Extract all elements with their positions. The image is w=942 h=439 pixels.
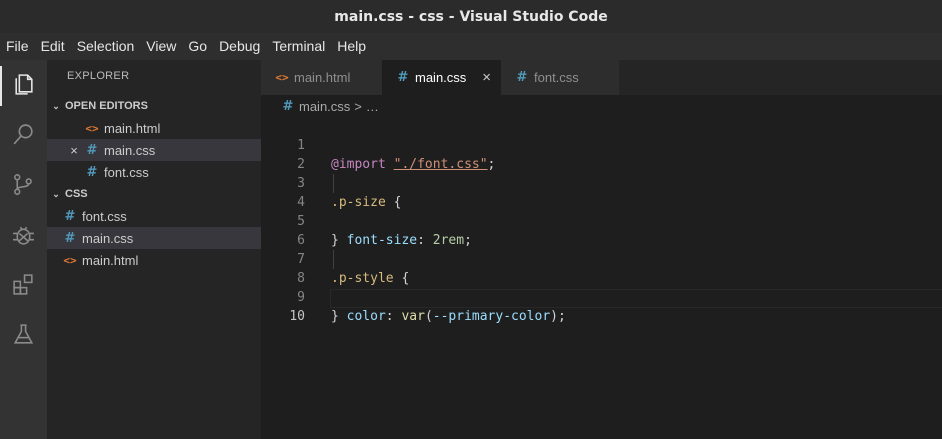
html-file-icon: <>	[63, 253, 77, 267]
breadcrumb: # main.css > …	[261, 95, 942, 117]
folder-file-item[interactable]: # font.css	[47, 205, 261, 227]
code-line: 7 .p-style {	[261, 231, 942, 286]
activity-bar	[0, 60, 47, 439]
paren-open: (	[424, 309, 433, 324]
semicolon: ;	[558, 309, 566, 324]
html-file-icon: <>	[85, 121, 99, 135]
code-line-current: 10	[261, 288, 942, 324]
active-indicator	[0, 66, 2, 106]
folder-header[interactable]: ⌄ CSS	[47, 183, 261, 205]
title-bar: main.css - css - Visual Studio Code	[0, 0, 942, 33]
function-name: var	[401, 309, 425, 324]
css-file-icon: #	[282, 98, 294, 114]
menu-selection[interactable]: Selection	[71, 33, 141, 60]
tab-font-css[interactable]: # font.css	[501, 60, 619, 95]
chevron-down-icon: ⌄	[52, 100, 60, 111]
menu-debug[interactable]: Debug	[213, 33, 266, 60]
current-line-highlight	[330, 289, 942, 308]
css-file-icon: #	[64, 208, 76, 224]
files-icon[interactable]	[11, 72, 36, 97]
code-line: 3 .p-size {	[261, 155, 942, 210]
brace: }	[331, 309, 339, 324]
css-file-icon: #	[86, 142, 98, 158]
open-editor-item[interactable]: × # main.css	[47, 139, 261, 161]
file-name: main.html	[104, 120, 161, 136]
tab-bar: <> main.html # main.css × # font.css	[261, 60, 942, 95]
test-flask-icon[interactable]	[11, 322, 36, 347]
menu-edit[interactable]: Edit	[35, 33, 71, 60]
menu-terminal[interactable]: Terminal	[266, 33, 331, 60]
css-file-icon: #	[516, 70, 528, 85]
css-variable: --primary-color	[432, 309, 551, 324]
file-name: main.html	[82, 252, 139, 268]
paren-close: )	[550, 309, 558, 324]
open-editor-item[interactable]: <> main.html	[47, 117, 261, 139]
css-file-icon: #	[397, 70, 409, 85]
menu-help[interactable]: Help	[331, 33, 372, 60]
tab-main-html[interactable]: <> main.html	[261, 60, 382, 95]
property: color	[346, 309, 386, 324]
breadcrumb-file[interactable]: main.css	[299, 99, 350, 114]
folder-label: CSS	[65, 188, 88, 200]
debug-icon[interactable]	[11, 222, 36, 247]
tab-label: main.html	[294, 70, 351, 85]
colon: :	[385, 309, 394, 324]
line-number: 10	[289, 309, 305, 324]
menu-bar: File Edit Selection View Go Debug Termin…	[0, 33, 942, 60]
file-name: main.css	[104, 142, 156, 158]
menu-view[interactable]: View	[140, 33, 182, 60]
indent-guide	[333, 174, 334, 193]
breadcrumb-separator: >	[354, 98, 362, 114]
code-line: 2	[261, 136, 942, 172]
breadcrumb-rest[interactable]: …	[366, 99, 379, 114]
code-line: 4 font-size: 2rem;	[261, 174, 942, 248]
css-file-icon: #	[86, 164, 98, 180]
tab-label: main.css	[415, 70, 467, 85]
search-icon[interactable]	[11, 122, 36, 147]
menu-file[interactable]: File	[0, 33, 35, 60]
code-line: 6	[261, 212, 942, 248]
indent-guide	[333, 250, 334, 269]
tab-main-css[interactable]: # main.css ×	[382, 60, 501, 95]
code-line: 8 color: var(--primary-color);	[261, 250, 942, 324]
explorer-title: EXPLORER	[67, 70, 130, 82]
extensions-icon[interactable]	[11, 272, 36, 297]
explorer-sidebar: EXPLORER ⌄ OPEN EDITORS <> main.html × #…	[47, 60, 261, 439]
folder-file-item[interactable]: <> main.html	[47, 249, 261, 271]
code-line: 9 }	[261, 269, 942, 324]
html-file-icon: <>	[275, 71, 289, 84]
code-line: 1 @import "./font.css";	[261, 117, 942, 172]
menu-go[interactable]: Go	[182, 33, 213, 60]
close-icon[interactable]: ×	[482, 69, 491, 86]
source-control-icon[interactable]	[11, 172, 36, 197]
file-name: font.css	[104, 164, 149, 180]
open-editor-item[interactable]: # font.css	[47, 161, 261, 183]
window-title: main.css - css - Visual Studio Code	[334, 8, 608, 25]
open-editors-label: OPEN EDITORS	[65, 100, 148, 112]
file-name: font.css	[82, 208, 127, 224]
chevron-down-icon: ⌄	[52, 188, 60, 199]
css-file-icon: #	[64, 230, 76, 246]
tab-label: font.css	[534, 70, 579, 85]
open-editors-header[interactable]: ⌄ OPEN EDITORS	[47, 95, 261, 117]
code-editor[interactable]: 1 @import "./font.css"; 2 3 .p-size { 4 …	[261, 117, 942, 439]
folder-file-item[interactable]: # main.css	[47, 227, 261, 249]
close-icon[interactable]: ×	[67, 143, 81, 158]
file-name: main.css	[82, 230, 134, 246]
code-line: 5 }	[261, 193, 942, 248]
